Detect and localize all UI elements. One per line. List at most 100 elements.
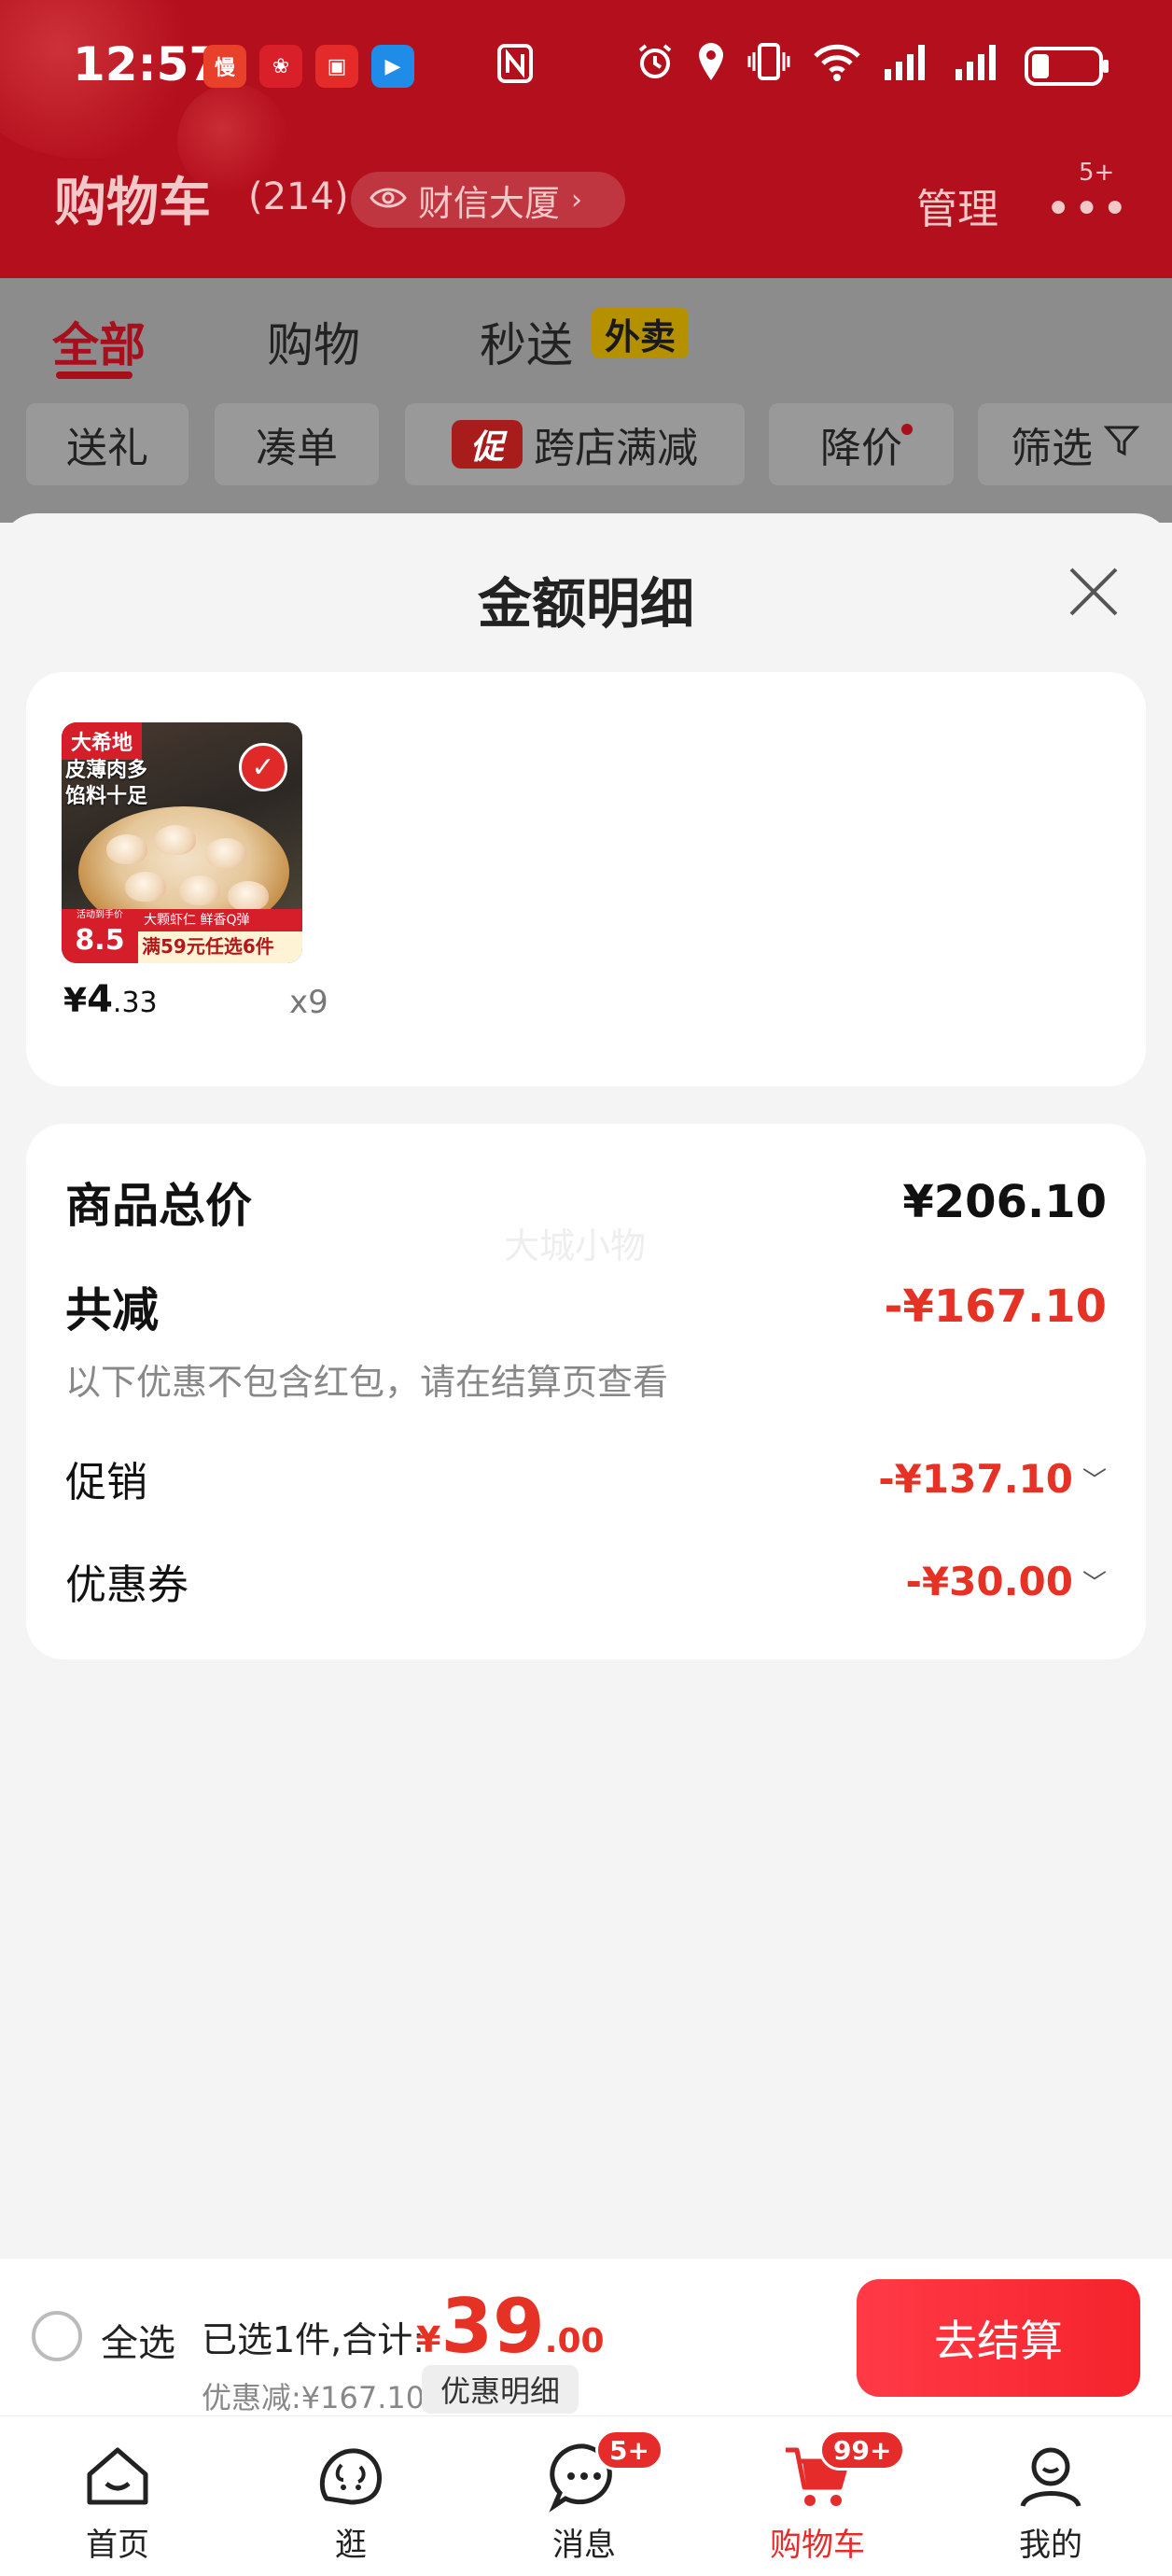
chip-gift[interactable]: 送礼 (26, 403, 188, 485)
chip-label: 筛选 (1011, 425, 1093, 472)
sheet-title: 金额明细 (477, 572, 694, 636)
chevron-down-icon: ﹀ (1081, 1569, 1107, 1598)
browse-icon (314, 2439, 388, 2513)
close-icon[interactable] (1064, 562, 1123, 622)
red-book-app-icon: ▣ (315, 45, 358, 88)
item-price-int: 4 (87, 978, 113, 1021)
cart-header: 12:57 慢 ❀ ▣ ▶ 购物车 (214) 财信大厦 › 管理 ••• 5+ (0, 0, 1172, 278)
coupon-row[interactable]: 优惠券 -¥30.00 ﹀ (65, 1551, 1107, 1611)
thumb-strip-top: 大颗虾仁 鲜香Q弹 (138, 909, 302, 931)
profile-icon (1013, 2439, 1088, 2513)
checkout-total: ¥39.00 (416, 2283, 605, 2370)
status-bar: 12:57 慢 ❀ ▣ ▶ (0, 0, 1172, 131)
thumb-promo-strip: 大颗虾仁 鲜香Q弹 满59元任选6件 (138, 909, 302, 963)
tab-shopping[interactable]: 购物 (267, 308, 360, 375)
location-name: 财信大厦 (418, 182, 561, 224)
cart-badge: 99+ (819, 2429, 906, 2471)
new-dot (901, 424, 913, 435)
nav-browse[interactable]: 逛 (267, 2416, 435, 2576)
dumpling (205, 838, 246, 868)
cart-tabs: 全部 购物 秒送 (0, 278, 1172, 633)
battery-icon (1025, 46, 1109, 86)
reduce-note: 以下优惠不包含红包，请在结算页查看 (65, 1362, 669, 1403)
promo-label: 促销 (65, 1459, 147, 1506)
checkout-bar: 全选 已选1件,合计: ¥39.00 优惠减:¥167.10 优惠明细 去结算 (0, 2259, 1172, 2415)
coupon-value: -¥30.00 (905, 1558, 1073, 1604)
promo-value-group: -¥137.10 ﹀ (878, 1456, 1107, 1502)
price-detail-sheet: 金额明细 大希地 皮薄肉多 馅料十足 ✓ 活动到手价 8.5 大颗虾仁 鲜香Q弹… (0, 513, 1172, 2259)
coupon-label: 优惠券 (65, 1561, 188, 1609)
discount-amount: 优惠减:¥167.10 (202, 2380, 426, 2415)
item-price: ¥4.33 (63, 978, 158, 1021)
product-image[interactable]: 大希地 皮薄肉多 馅料十足 ✓ 活动到手价 8.5 大颗虾仁 鲜香Q弹 满59元… (62, 722, 302, 963)
dumpling (155, 825, 196, 855)
promo-row[interactable]: 促销 -¥137.10 ﹀ (65, 1449, 1107, 1508)
item-quantity: x9 (289, 984, 328, 1021)
jd-618-app-icon: ❀ (259, 45, 302, 88)
nav-messages[interactable]: 5+ 消息 (500, 2416, 668, 2576)
tab-instant-delivery[interactable]: 秒送 (480, 308, 573, 375)
select-all-label[interactable]: 全选 (101, 2313, 175, 2367)
tab-all[interactable]: 全部 (52, 308, 146, 375)
thumb-price-tag: 活动到手价 8.5 (62, 909, 138, 963)
nav-cart[interactable]: 99+ 购物车 (733, 2416, 906, 2576)
reduce-row: 共减 -¥167.10 (65, 1273, 1107, 1340)
nav-home[interactable]: 首页 (34, 2416, 202, 2576)
cart-count: (214) (248, 175, 349, 218)
total-int: 39 (440, 2283, 545, 2370)
status-right (635, 41, 1109, 91)
bottom-nav: 首页 逛 5+ 消息 99+ 购物车 我的 (0, 2415, 1172, 2576)
nav-label: 购物车 (770, 2527, 865, 2564)
reduce-label: 共减 (65, 1283, 159, 1337)
vibrate-icon (746, 41, 791, 91)
brand-label: 大希地 (62, 722, 143, 760)
manbo-app-icon: 慢 (203, 45, 246, 88)
item-price-dec: .33 (112, 987, 158, 1019)
notification-app-icons: 慢 ❀ ▣ ▶ (203, 45, 414, 88)
discount-detail-button[interactable]: 优惠明细 (422, 2365, 579, 2414)
more-badge: 5+ (1079, 159, 1115, 187)
chevron-right-icon: › (571, 183, 583, 217)
reduce-value: -¥167.10 (884, 1281, 1107, 1333)
total-yen: ¥ (416, 2319, 441, 2360)
eye-icon (370, 179, 407, 220)
selected-check-icon: ✓ (239, 743, 287, 791)
chip-cross-store-discount[interactable]: 促 跨店满减 (405, 403, 745, 485)
wifi-icon (812, 41, 862, 91)
manage-button[interactable]: 管理 (916, 175, 998, 235)
dumpling (179, 875, 220, 905)
thumb-strip-bottom: 满59元任选6件 (142, 935, 274, 958)
coupon-value-group: -¥30.00 ﹀ (905, 1559, 1107, 1604)
dumpling (106, 834, 147, 864)
message-badge: 5+ (595, 2429, 663, 2471)
chip-label: 降价 (820, 425, 902, 472)
item-price-yen: ¥ (63, 982, 88, 1020)
promo-value: -¥137.10 (878, 1455, 1073, 1502)
select-all-radio[interactable] (32, 2311, 82, 2361)
filter-icon (1103, 421, 1140, 469)
dumpling (228, 881, 269, 911)
nav-profile[interactable]: 我的 (967, 2416, 1135, 2576)
chip-label: 跨店满减 (534, 425, 698, 472)
dumpling (125, 872, 166, 902)
nav-label: 我的 (1019, 2527, 1082, 2564)
chip-bundle[interactable]: 凑单 (215, 403, 379, 485)
nav-label: 消息 (552, 2527, 616, 2564)
promo-tag: 促 (452, 420, 523, 469)
signal-icon (883, 41, 933, 91)
status-time: 12:57 (73, 37, 222, 91)
checkout-button[interactable]: 去结算 (857, 2279, 1140, 2397)
waimai-tag: 外卖 (592, 308, 690, 358)
signal-icon (954, 41, 1004, 91)
chevron-down-icon: ﹀ (1081, 1466, 1107, 1495)
screen: 12:57 慢 ❀ ▣ ▶ 购物车 (214) 财信大厦 › 管理 ••• 5+… (0, 0, 1172, 2576)
chip-label: 凑单 (256, 425, 338, 472)
chip-price-drop[interactable]: 降价 (769, 403, 954, 485)
slogan-line: 馅料十足 (65, 785, 148, 808)
location-selector[interactable]: 财信大厦 › (351, 172, 625, 228)
summary-card: 大城小物 商品总价 ¥206.10 共减 -¥167.10 以下优惠不包含红包，… (26, 1124, 1146, 1659)
product-slogan: 皮薄肉多 馅料十足 (65, 758, 147, 810)
nfc-icon (496, 43, 534, 93)
more-icon[interactable]: ••• (1045, 183, 1130, 235)
chip-filter[interactable]: 筛选 (978, 403, 1172, 485)
